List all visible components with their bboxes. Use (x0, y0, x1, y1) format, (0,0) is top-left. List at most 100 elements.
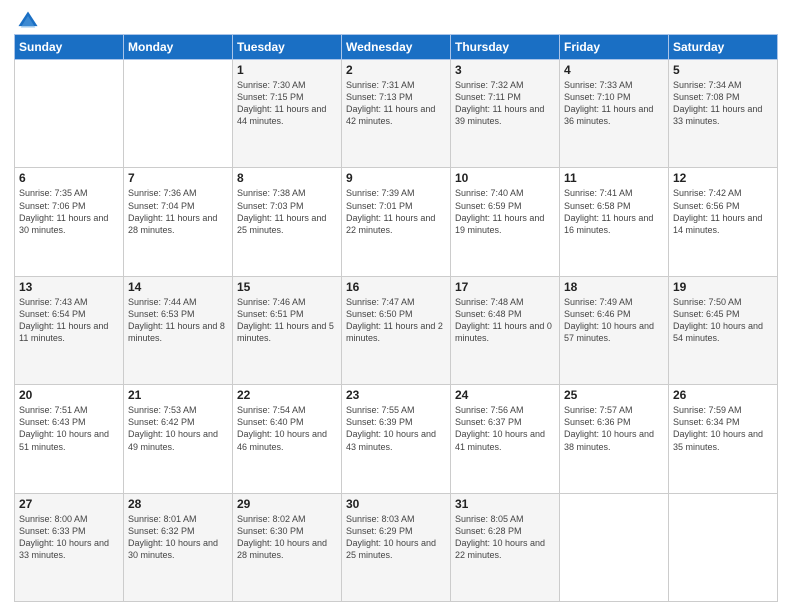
day-number: 24 (455, 388, 555, 402)
calendar-day-cell: 17 Sunrise: 7:48 AM Sunset: 6:48 PM Dayli… (451, 276, 560, 384)
day-info: Sunrise: 8:05 AM Sunset: 6:28 PM Dayligh… (455, 513, 555, 562)
calendar-week-row: 27Sunrise: 8:00 AM Sunset: 6:33 PM Dayli… (15, 493, 778, 601)
day-number: 13 (19, 280, 119, 294)
day-number: 12 (673, 171, 773, 185)
day-info: Sunrise: 7:35 AM Sunset: 7:06 PM Dayligh… (19, 187, 119, 236)
calendar-day-cell: 9 Sunrise: 7:39 AM Sunset: 7:01 PM Daylig… (342, 168, 451, 276)
calendar-day-cell (124, 60, 233, 168)
day-number: 17 (455, 280, 555, 294)
day-info: Sunrise: 7:49 AM Sunset: 6:46 PM Dayligh… (564, 296, 664, 345)
calendar-day-cell: 30Sunrise: 8:03 AM Sunset: 6:29 PM Dayli… (342, 493, 451, 601)
day-number: 22 (237, 388, 337, 402)
calendar-day-cell (15, 60, 124, 168)
day-info: Sunrise: 7:39 AM Sunset: 7:01 PM Dayligh… (346, 187, 446, 236)
day-number: 16 (346, 280, 446, 294)
calendar-day-cell: 10 Sunrise: 7:40 AM Sunset: 6:59 PM Dayli… (451, 168, 560, 276)
day-number: 21 (128, 388, 228, 402)
calendar-header-day: Sunday (15, 35, 124, 60)
calendar-day-cell: 29 Sunrise: 8:02 AM Sunset: 6:30 PM Dayli… (233, 493, 342, 601)
calendar-day-cell: 4Sunrise: 7:33 AM Sunset: 7:10 PM Daylig… (560, 60, 669, 168)
day-info: Sunrise: 7:47 AM Sunset: 6:50 PM Dayligh… (346, 296, 446, 345)
calendar-week-row: 13 Sunrise: 7:43 AM Sunset: 6:54 PM Dayli… (15, 276, 778, 384)
day-info: Sunrise: 7:40 AM Sunset: 6:59 PM Dayligh… (455, 187, 555, 236)
calendar-day-cell: 21 Sunrise: 7:53 AM Sunset: 6:42 PM Dayli… (124, 385, 233, 493)
day-number: 25 (564, 388, 664, 402)
calendar-day-cell: 8 Sunrise: 7:38 AM Sunset: 7:03 PM Daylig… (233, 168, 342, 276)
calendar-day-cell: 3 Sunrise: 7:32 AM Sunset: 7:11 PM Daylig… (451, 60, 560, 168)
day-info: Sunrise: 7:44 AM Sunset: 6:53 PM Dayligh… (128, 296, 228, 345)
day-number: 3 (455, 63, 555, 77)
day-info: Sunrise: 8:01 AM Sunset: 6:32 PM Dayligh… (128, 513, 228, 562)
day-number: 6 (19, 171, 119, 185)
calendar-header-day: Friday (560, 35, 669, 60)
calendar-day-cell: 1 Sunrise: 7:30 AM Sunset: 7:15 PM Daylig… (233, 60, 342, 168)
day-info: Sunrise: 8:00 AM Sunset: 6:33 PM Dayligh… (19, 513, 119, 562)
calendar-header-day: Thursday (451, 35, 560, 60)
day-info: Sunrise: 7:30 AM Sunset: 7:15 PM Dayligh… (237, 79, 337, 128)
day-info: Sunrise: 7:31 AM Sunset: 7:13 PM Dayligh… (346, 79, 446, 128)
day-number: 18 (564, 280, 664, 294)
calendar-day-cell: 24 Sunrise: 7:56 AM Sunset: 6:37 PM Dayli… (451, 385, 560, 493)
day-info: Sunrise: 7:56 AM Sunset: 6:37 PM Dayligh… (455, 404, 555, 453)
day-number: 28 (128, 497, 228, 511)
day-info: Sunrise: 7:43 AM Sunset: 6:54 PM Dayligh… (19, 296, 119, 345)
calendar-day-cell: 16 Sunrise: 7:47 AM Sunset: 6:50 PM Dayli… (342, 276, 451, 384)
day-info: Sunrise: 7:59 AM Sunset: 6:34 PM Dayligh… (673, 404, 773, 453)
calendar-header-day: Tuesday (233, 35, 342, 60)
day-info: Sunrise: 7:38 AM Sunset: 7:03 PM Dayligh… (237, 187, 337, 236)
calendar-day-cell: 28 Sunrise: 8:01 AM Sunset: 6:32 PM Dayli… (124, 493, 233, 601)
calendar-table: SundayMondayTuesdayWednesdayThursdayFrid… (14, 34, 778, 602)
calendar-day-cell: 2 Sunrise: 7:31 AM Sunset: 7:13 PM Daylig… (342, 60, 451, 168)
day-info: Sunrise: 7:53 AM Sunset: 6:42 PM Dayligh… (128, 404, 228, 453)
day-info: Sunrise: 8:03 AM Sunset: 6:29 PM Dayligh… (346, 513, 446, 562)
page: SundayMondayTuesdayWednesdayThursdayFrid… (0, 0, 792, 612)
calendar-day-cell: 27Sunrise: 8:00 AM Sunset: 6:33 PM Dayli… (15, 493, 124, 601)
calendar-week-row: 6 Sunrise: 7:35 AM Sunset: 7:06 PM Daylig… (15, 168, 778, 276)
day-number: 2 (346, 63, 446, 77)
day-number: 7 (128, 171, 228, 185)
day-number: 26 (673, 388, 773, 402)
day-info: Sunrise: 7:55 AM Sunset: 6:39 PM Dayligh… (346, 404, 446, 453)
day-number: 8 (237, 171, 337, 185)
day-number: 9 (346, 171, 446, 185)
calendar-header-day: Wednesday (342, 35, 451, 60)
calendar-day-cell: 18 Sunrise: 7:49 AM Sunset: 6:46 PM Dayli… (560, 276, 669, 384)
day-info: Sunrise: 7:32 AM Sunset: 7:11 PM Dayligh… (455, 79, 555, 128)
day-info: Sunrise: 7:57 AM Sunset: 6:36 PM Dayligh… (564, 404, 664, 453)
day-info: Sunrise: 7:42 AM Sunset: 6:56 PM Dayligh… (673, 187, 773, 236)
day-info: Sunrise: 8:02 AM Sunset: 6:30 PM Dayligh… (237, 513, 337, 562)
day-number: 20 (19, 388, 119, 402)
day-number: 19 (673, 280, 773, 294)
day-number: 29 (237, 497, 337, 511)
calendar-header-day: Monday (124, 35, 233, 60)
day-info: Sunrise: 7:48 AM Sunset: 6:48 PM Dayligh… (455, 296, 555, 345)
calendar-week-row: 1 Sunrise: 7:30 AM Sunset: 7:15 PM Daylig… (15, 60, 778, 168)
calendar-header-row: SundayMondayTuesdayWednesdayThursdayFrid… (15, 35, 778, 60)
day-info: Sunrise: 7:36 AM Sunset: 7:04 PM Dayligh… (128, 187, 228, 236)
calendar-day-cell: 6 Sunrise: 7:35 AM Sunset: 7:06 PM Daylig… (15, 168, 124, 276)
day-info: Sunrise: 7:50 AM Sunset: 6:45 PM Dayligh… (673, 296, 773, 345)
logo-icon (17, 10, 39, 32)
day-info: Sunrise: 7:41 AM Sunset: 6:58 PM Dayligh… (564, 187, 664, 236)
logo (14, 10, 39, 28)
day-number: 5 (673, 63, 773, 77)
calendar-day-cell: 11Sunrise: 7:41 AM Sunset: 6:58 PM Dayli… (560, 168, 669, 276)
calendar-day-cell: 5Sunrise: 7:34 AM Sunset: 7:08 PM Daylig… (669, 60, 778, 168)
header (14, 10, 778, 28)
calendar-day-cell: 22 Sunrise: 7:54 AM Sunset: 6:40 PM Dayli… (233, 385, 342, 493)
calendar-day-cell: 7 Sunrise: 7:36 AM Sunset: 7:04 PM Daylig… (124, 168, 233, 276)
calendar-day-cell: 26 Sunrise: 7:59 AM Sunset: 6:34 PM Dayli… (669, 385, 778, 493)
day-number: 1 (237, 63, 337, 77)
day-info: Sunrise: 7:46 AM Sunset: 6:51 PM Dayligh… (237, 296, 337, 345)
calendar-day-cell (669, 493, 778, 601)
day-info: Sunrise: 7:33 AM Sunset: 7:10 PM Dayligh… (564, 79, 664, 128)
day-number: 31 (455, 497, 555, 511)
calendar-day-cell: 20Sunrise: 7:51 AM Sunset: 6:43 PM Dayli… (15, 385, 124, 493)
day-info: Sunrise: 7:54 AM Sunset: 6:40 PM Dayligh… (237, 404, 337, 453)
calendar-day-cell: 25 Sunrise: 7:57 AM Sunset: 6:36 PM Dayli… (560, 385, 669, 493)
day-number: 14 (128, 280, 228, 294)
calendar-day-cell: 19 Sunrise: 7:50 AM Sunset: 6:45 PM Dayli… (669, 276, 778, 384)
calendar-day-cell: 15Sunrise: 7:46 AM Sunset: 6:51 PM Dayli… (233, 276, 342, 384)
day-number: 10 (455, 171, 555, 185)
day-number: 23 (346, 388, 446, 402)
